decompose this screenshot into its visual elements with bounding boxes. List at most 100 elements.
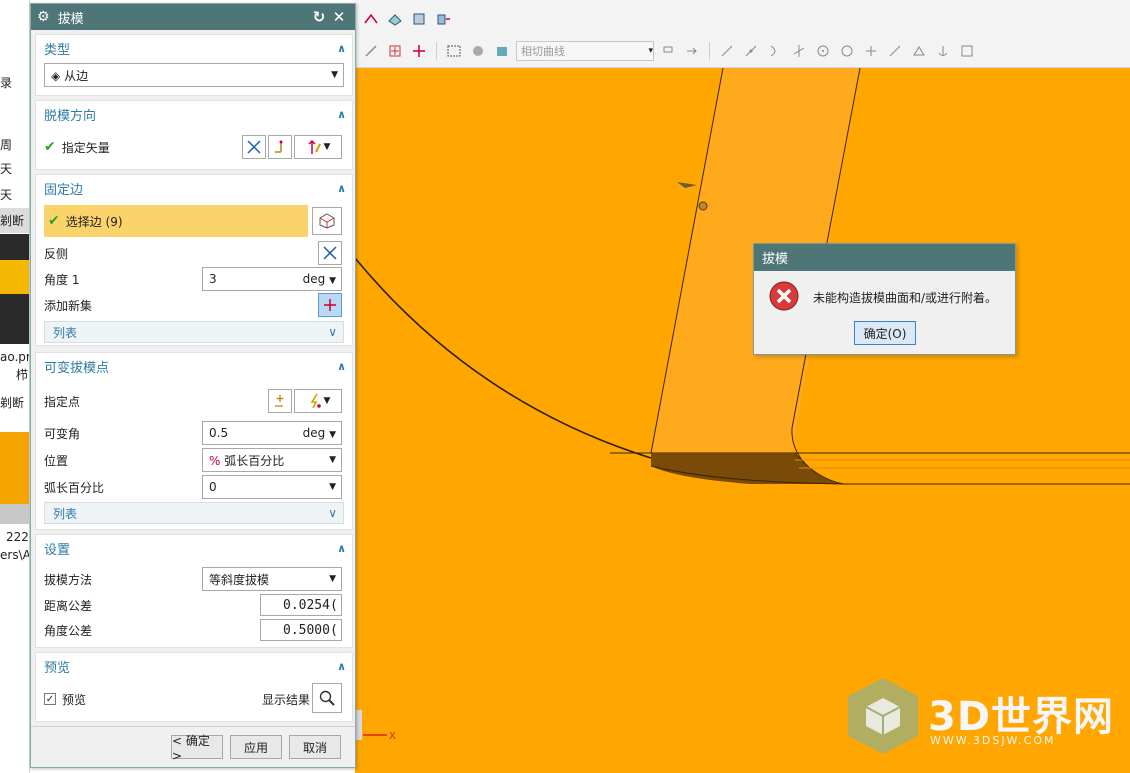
error-ok-button[interactable]: 确定(O) — [854, 321, 916, 345]
chevron-down-icon: ▼ — [329, 455, 336, 465]
arc-center-icon[interactable] — [813, 41, 833, 61]
transform-icon[interactable] — [409, 41, 429, 61]
dialog-titlebar[interactable]: ⚙ 拔模 ↻ ✕ — [31, 4, 355, 30]
graphics-viewport[interactable]: X — [355, 68, 1130, 773]
ok-button[interactable]: < 确定 > — [171, 734, 223, 763]
angle-label: 角度 1 — [44, 272, 80, 287]
show-result-button[interactable] — [312, 683, 342, 713]
thumbnail-image — [0, 234, 29, 344]
group-title: 脱模方向 — [44, 108, 97, 124]
variable-angle-input[interactable]: 0.5 deg ▼ — [202, 421, 342, 445]
collapse-icon[interactable]: ∧ — [337, 42, 346, 55]
arc-length-input[interactable]: 0 ▼ — [202, 475, 342, 499]
arc-length-label: 弧长百分比 — [44, 480, 105, 495]
control-point-icon[interactable] — [765, 41, 785, 61]
variable-angle-label: 可变角 — [44, 426, 81, 441]
group-title: 类型 — [44, 42, 71, 58]
existing-point-icon[interactable] — [861, 41, 881, 61]
collapse-icon[interactable]: ∧ — [337, 542, 346, 555]
left-fragment[interactable]: 剃断 — [0, 394, 24, 411]
variable-points-list-toggle[interactable]: 列表 ∨ — [44, 502, 344, 524]
add-set-row: 添加新集 — [44, 293, 344, 317]
scroll-region[interactable] — [0, 504, 29, 524]
group-header-preview[interactable]: 预览 ∧ — [36, 653, 352, 679]
reverse-side-row: 反侧 — [44, 241, 344, 265]
reset-icon[interactable]: ↻ — [309, 7, 329, 27]
collapse-icon[interactable]: ∧ — [337, 660, 346, 673]
apply-button[interactable]: 应用 — [230, 735, 282, 759]
preview-checkbox[interactable]: ✓ — [44, 693, 56, 705]
reverse-direction-button[interactable] — [242, 135, 266, 159]
view-solid-icon[interactable] — [468, 41, 488, 61]
group-header-settings[interactable]: 设置 ∧ — [36, 535, 352, 561]
collapse-icon[interactable]: ∧ — [337, 182, 346, 195]
endpoint-icon[interactable] — [717, 41, 737, 61]
distance-tolerance-input[interactable]: 0.0254( — [260, 594, 342, 616]
point-constructor-icon[interactable] — [385, 41, 405, 61]
position-label: 位置 — [44, 453, 69, 468]
cancel-button[interactable]: 取消 — [289, 735, 341, 759]
extrude-icon[interactable] — [433, 9, 453, 29]
error-dialog-titlebar[interactable]: 拔模 — [754, 244, 1015, 271]
view-shaded-icon[interactable] — [492, 41, 512, 61]
cube-logo-icon — [848, 678, 918, 754]
position-dropdown[interactable]: % 弧长百分比 ▼ — [202, 448, 342, 472]
inferred-point-dropdown[interactable]: ▼ — [294, 389, 342, 413]
inferred-vector-dropdown[interactable]: ▼ — [294, 135, 342, 159]
left-resource-strip: 录 周 天 天 剃断 ao.pr 栉 剃断 222 ers\A — [0, 0, 30, 773]
group-type: 类型 ∧ ◈ 从边 ▼ — [35, 34, 353, 96]
add-new-set-button[interactable] — [318, 293, 342, 317]
offset-face-icon[interactable] — [409, 9, 429, 29]
draft-face-icon[interactable] — [385, 9, 405, 29]
footer-divider — [31, 726, 355, 727]
direction-cone-icon — [677, 182, 697, 188]
group-header-direction[interactable]: 脱模方向 ∧ — [36, 101, 352, 127]
reverse-side-button[interactable] — [318, 241, 342, 265]
close-icon[interactable]: ✕ — [329, 7, 349, 27]
anchor-icon[interactable] — [933, 41, 953, 61]
group-preview: 预览 ∧ ✓ 预览 显示结果 — [35, 652, 353, 722]
snap-icon[interactable] — [361, 41, 381, 61]
group-header-type[interactable]: 类型 ∧ — [36, 35, 352, 61]
group-header-fixed-edge[interactable]: 固定边 ∧ — [36, 175, 352, 201]
collapse-icon[interactable]: ∧ — [337, 360, 346, 373]
fillet-lines — [795, 459, 1130, 469]
draft-method-dropdown[interactable]: 等斜度拔模 ▼ — [202, 567, 342, 591]
chevron-down-icon: ▼ — [323, 396, 331, 406]
angle-input[interactable]: 3 deg ▼ — [202, 267, 342, 291]
curve-rule-dropdown[interactable]: 相切曲线 ▾ — [516, 41, 654, 61]
snap-point-icon[interactable] — [658, 41, 678, 61]
draft-point-marker[interactable] — [698, 201, 708, 211]
chevron-down-icon: ▼ — [329, 430, 336, 440]
quadrant-icon[interactable] — [837, 41, 857, 61]
toolbar-row-2: 相切曲线 ▾ — [355, 34, 977, 68]
vector-dialog-button[interactable] — [268, 135, 292, 159]
distance-tolerance-value: 0.0254( — [283, 597, 338, 613]
list-label: 列表 — [53, 325, 78, 340]
point-on-curve-icon[interactable] — [885, 41, 905, 61]
add-set-label: 添加新集 — [44, 298, 93, 313]
intersection-icon[interactable] — [789, 41, 809, 61]
fixed-edge-list-toggle[interactable]: 列表 ∨ — [44, 321, 344, 343]
point-on-face-icon[interactable] — [909, 41, 929, 61]
select-edge-row[interactable]: ✔ 选择边 (9) — [44, 205, 308, 237]
chevron-down-icon: ▼ — [329, 574, 336, 584]
left-fragment: 222 — [6, 530, 29, 544]
arrow-right-icon[interactable] — [682, 41, 702, 61]
variable-angle-unit: deg — [302, 426, 326, 440]
left-fragment[interactable]: 剃断 — [0, 212, 24, 229]
point-dialog-button[interactable] — [268, 389, 292, 413]
group-header-variable-points[interactable]: 可变拔模点 ∧ — [36, 353, 352, 379]
group-variable-draft-points: 可变拔模点 ∧ 指定点 ▼ 可变角 0.5 deg ▼ 位置 % 弧长百分比 ▼ … — [35, 352, 353, 530]
thumbnail-image-2 — [0, 432, 29, 504]
select-box-icon[interactable] — [444, 41, 464, 61]
grid-icon[interactable] — [957, 41, 977, 61]
gear-icon[interactable]: ⚙ — [37, 9, 50, 25]
midpoint-icon[interactable] — [741, 41, 761, 61]
collapse-icon[interactable]: ∧ — [337, 108, 346, 121]
type-dropdown[interactable]: ◈ 从边 ▼ — [44, 63, 344, 87]
select-edge-button[interactable] — [312, 207, 342, 235]
from-edges-icon: ◈ — [51, 68, 61, 83]
angle-tolerance-input[interactable]: 0.5000( — [260, 619, 342, 641]
curve-icon[interactable] — [361, 9, 381, 29]
